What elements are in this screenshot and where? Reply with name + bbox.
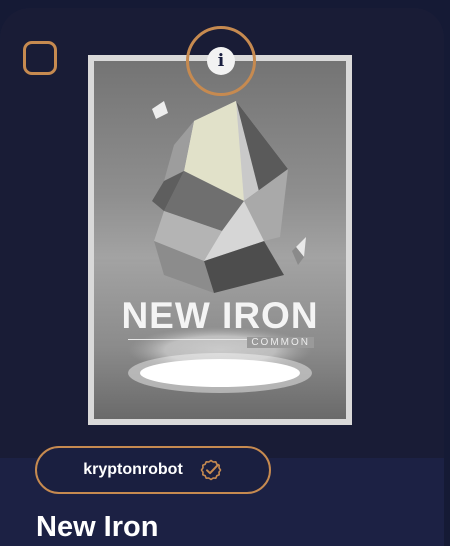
creator-name: kryptonrobot <box>83 461 183 478</box>
select-checkbox[interactable] <box>23 41 57 75</box>
artwork-image[interactable]: NEW IRON COMMON <box>88 55 352 425</box>
artwork-rarity: COMMON <box>247 337 314 348</box>
item-title: New Iron <box>36 511 159 543</box>
artwork-title: NEW IRON <box>121 295 319 336</box>
crystal-illustration <box>94 101 346 393</box>
artwork-canvas: NEW IRON COMMON <box>94 61 346 419</box>
verified-check-icon <box>199 458 223 482</box>
info-icon: i <box>207 47 235 75</box>
creator-pill[interactable]: kryptonrobot <box>35 446 271 494</box>
nft-card[interactable]: NEW IRON COMMON i kryptonrobot New Iron <box>0 8 444 546</box>
info-button[interactable]: i <box>186 26 256 96</box>
